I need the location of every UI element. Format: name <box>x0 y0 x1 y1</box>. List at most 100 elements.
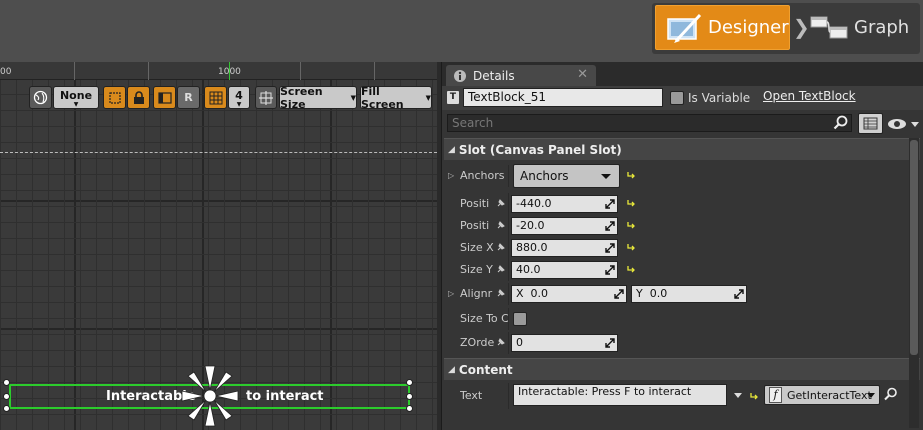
is-variable-checkbox[interactable] <box>670 91 684 105</box>
expand-arrow-icon[interactable]: ▷ <box>448 289 454 298</box>
reset-arrow-icon[interactable] <box>626 220 636 230</box>
column-divider <box>508 193 509 215</box>
grid-size-dropdown[interactable]: 4 ▼ <box>228 86 250 109</box>
screen-size-dropdown[interactable]: Screen Size ▼ <box>279 85 357 111</box>
size-x-label: Size X <box>460 241 494 254</box>
alignment-x-label: X <box>516 287 524 300</box>
culture-dropdown[interactable]: None ▼ <box>53 86 99 109</box>
alignment-x-field[interactable]: X 0.0 <box>511 285 627 303</box>
details-panel: Details ✕ T TextBlock_51 Is Variable Ope… <box>441 62 923 430</box>
binding-dropdown[interactable]: f GetInteractText <box>764 385 880 405</box>
anchors-dropdown[interactable]: Anchors <box>513 164 620 188</box>
size-y-label: Size Y <box>460 263 493 276</box>
reset-arrow-icon[interactable] <box>749 391 759 401</box>
reset-arrow-icon[interactable] <box>626 198 636 208</box>
respect-locks-toggle[interactable] <box>103 86 126 109</box>
property-matrix-button[interactable] <box>858 113 883 134</box>
content-section-header[interactable]: ◢ Content <box>444 358 920 380</box>
resize-handle-top-right[interactable] <box>406 379 413 386</box>
transform-mode-button[interactable] <box>255 86 277 109</box>
chevron-down-icon: ▼ <box>350 93 356 102</box>
reset-arrow-icon[interactable] <box>626 264 636 274</box>
scrollbar-thumb[interactable] <box>910 140 918 355</box>
expand-arrow-icon[interactable]: ▷ <box>448 171 454 180</box>
alignment-y-value: 0.0 <box>649 287 668 300</box>
anchors-label: Anchors <box>460 169 505 182</box>
ruler-label-left: 00 <box>0 67 12 77</box>
graph-mode-button[interactable]: Graph <box>808 5 920 50</box>
reset-arrow-icon[interactable] <box>626 170 636 180</box>
graph-icon <box>810 16 848 38</box>
column-divider <box>508 215 509 237</box>
lock-toggle[interactable] <box>127 86 150 109</box>
designer-icon <box>667 13 702 43</box>
localization-button[interactable] <box>29 86 52 109</box>
position-x-label: Positi <box>460 197 490 210</box>
fill-screen-dropdown[interactable]: Fill Screen ▼ <box>360 84 432 111</box>
search-icon[interactable] <box>833 115 849 131</box>
size-to-content-checkbox[interactable] <box>513 312 527 326</box>
widget-name-input[interactable]: TextBlock_51 <box>463 88 663 107</box>
column-divider <box>508 237 509 259</box>
pin-icon[interactable] <box>496 220 506 230</box>
umg-editor: Designer ❯ Graph 00 1000 None ▼ <box>0 0 923 430</box>
designer-mode-button[interactable]: Designer <box>655 5 790 50</box>
text-value-field[interactable]: Interactable: Press F to interact <box>513 384 727 406</box>
graph-label: Graph <box>854 17 910 38</box>
position-x-field[interactable]: -440.0 <box>511 195 618 213</box>
zorder-field[interactable]: 0 <box>511 334 618 352</box>
ruler-tick <box>374 62 375 80</box>
close-icon[interactable]: ✕ <box>577 67 588 82</box>
open-textblock-link[interactable]: Open TextBlock <box>763 89 856 103</box>
ruler-tick <box>148 62 149 80</box>
resize-handle-top-left[interactable] <box>3 379 10 386</box>
anchor-gizmo-icon[interactable] <box>180 362 240 430</box>
pin-icon[interactable] <box>496 288 506 298</box>
widget-name-row: T TextBlock_51 Is Variable Open TextBloc… <box>442 86 923 110</box>
content-section-title: Content <box>458 362 513 377</box>
view-options-icon[interactable] <box>886 115 920 133</box>
details-scrollbar[interactable] <box>909 138 919 428</box>
slot-section-header[interactable]: ◢ Slot (Canvas Panel Slot) <box>444 138 920 160</box>
position-y-value: -20.0 <box>516 219 545 232</box>
size-y-field[interactable]: 40.0 <box>511 261 618 279</box>
size-to-content-label: Size To C <box>460 312 508 325</box>
details-tab-label: Details <box>473 68 515 83</box>
dashboard-toggle[interactable] <box>153 86 176 109</box>
reset-arrow-icon[interactable] <box>626 242 636 252</box>
is-variable-label: Is Variable <box>688 91 751 105</box>
position-y-field[interactable]: -20.0 <box>511 217 618 235</box>
details-icon <box>454 69 466 82</box>
chevron-down-icon <box>601 174 611 179</box>
size-x-field[interactable]: 880.0 <box>511 239 618 257</box>
grid-snap-toggle[interactable] <box>204 86 227 109</box>
grid-size-value: 4 <box>235 88 243 102</box>
resize-handle-left[interactable] <box>3 393 10 400</box>
pin-icon[interactable] <box>496 242 506 252</box>
browse-binding-search-icon[interactable] <box>884 387 898 401</box>
column-divider <box>508 259 509 281</box>
pin-icon[interactable] <box>496 337 506 347</box>
drag-arrows-icon <box>605 243 615 253</box>
pin-icon[interactable] <box>496 264 506 274</box>
resize-handle-bottom-right[interactable] <box>406 405 413 412</box>
table-icon <box>863 117 878 130</box>
r-label: R <box>184 91 193 104</box>
panel-icon <box>157 91 172 104</box>
chevron-down-icon <box>867 393 875 398</box>
collapse-arrow-icon: ◢ <box>448 364 455 375</box>
alignment-y-field[interactable]: Y 0.0 <box>631 285 747 303</box>
text-options-chevron-icon[interactable] <box>734 393 742 398</box>
r-toggle[interactable]: R <box>177 86 200 109</box>
details-search-input[interactable]: Search <box>447 114 852 132</box>
pin-icon[interactable] <box>496 198 506 208</box>
chevron-down-icon: ▼ <box>236 100 242 108</box>
resize-handle-bottom-left[interactable] <box>3 405 10 412</box>
fill-screen-label: Fill Screen <box>361 84 404 111</box>
chevron-down-icon: ▼ <box>73 100 79 108</box>
size-to-content-row: Size To C <box>444 308 920 330</box>
resize-handle-right[interactable] <box>406 393 413 400</box>
collapse-arrow-icon: ◢ <box>448 144 455 155</box>
details-tab[interactable]: Details ✕ <box>446 65 596 86</box>
size-y-value: 40.0 <box>516 263 541 276</box>
